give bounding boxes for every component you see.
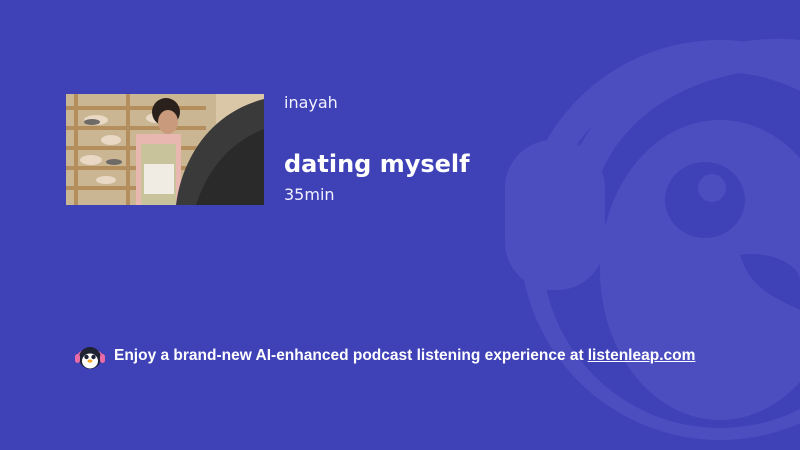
episode-title: dating myself: [284, 150, 470, 178]
promo-banner: Enjoy a brand-new AI-enhanced podcast li…: [74, 342, 695, 370]
listenleap-link[interactable]: listenleap.com: [588, 347, 696, 365]
episode-author: inayah: [284, 93, 338, 112]
episode-thumbnail[interactable]: [66, 94, 264, 205]
promo-text: Enjoy a brand-new AI-enhanced podcast li…: [114, 347, 584, 364]
episode-duration: 35min: [284, 185, 335, 204]
penguin-headphones-icon: [74, 342, 106, 370]
penguin-watermark-icon: [505, 38, 800, 440]
